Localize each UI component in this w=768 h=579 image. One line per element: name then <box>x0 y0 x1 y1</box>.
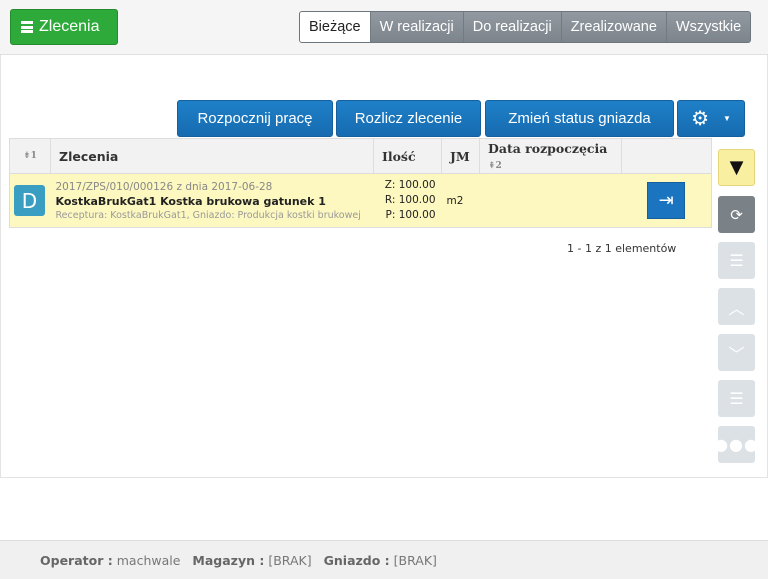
refresh-button[interactable]: ⟳ <box>718 196 755 233</box>
order-number: 2017/ZPS/010/000126 z dnia 2017-06-28 <box>55 180 273 193</box>
col-jm[interactable]: JM <box>441 138 480 174</box>
unit: m2 <box>441 173 480 228</box>
change-status-button[interactable]: Zmień status gniazda <box>485 100 674 137</box>
gniazdo-label: Gniazdo : <box>323 552 390 568</box>
col-ilosc[interactable]: Ilość <box>373 138 442 174</box>
tab-wszystkie[interactable]: Wszystkie <box>665 12 751 42</box>
last-button[interactable]: ☰ <box>718 380 755 417</box>
chevron-down-icon: ﹀ <box>728 344 745 364</box>
qty-r: R: 100.00 <box>384 194 436 206</box>
table-header: ⇟1 Zlecenia Ilość JM Data rozpoczęcia ⇞2 <box>9 138 712 174</box>
order-name: KostkaBrukGat1 Kostka brukowa gatunek 1 <box>55 194 326 208</box>
open-order-button[interactable]: ⇥ <box>647 182 686 219</box>
qty-p: P: 100.00 <box>385 209 436 221</box>
down-button[interactable]: ﹀ <box>718 334 755 371</box>
tab-do-realizacji[interactable]: Do realizacji <box>462 12 561 42</box>
qty-z: Z: 100.00 <box>384 179 436 191</box>
orders-table: ⇟1 Zlecenia Ilość JM Data rozpoczęcia ⇞2… <box>9 138 712 228</box>
first-button[interactable]: ☰ <box>718 242 755 279</box>
status-bar: Operator : machwale Magazyn : [BRAK] Gniaz… <box>0 540 768 579</box>
order-details: Receptura: KostkaBrukGat1, Gniazdo: Prod… <box>55 209 361 221</box>
caret-down-icon: ▼ <box>723 114 731 123</box>
chevron-up-icon: ︿ <box>728 298 745 318</box>
col-data[interactable]: Data rozpoczęcia ⇞2 <box>479 138 622 174</box>
brand-label: Zlecenia <box>39 18 100 35</box>
filter-icon: ▼ <box>729 157 744 178</box>
ellipsis-icon: ●●● <box>714 435 759 454</box>
pagination-info: 1 - 1 z 1 elementów <box>567 242 677 255</box>
gear-icon: ⚙ <box>691 108 709 130</box>
start-date <box>479 173 622 228</box>
col-actions <box>621 138 712 174</box>
refresh-icon: ⟳ <box>730 205 743 224</box>
list-up-icon: ☰ <box>729 251 744 270</box>
col-zlecenia[interactable]: Zlecenia <box>50 138 374 174</box>
settle-order-button[interactable]: Rozlicz zlecenie <box>336 100 481 137</box>
operator-value: machwale <box>116 552 181 568</box>
tab-biezace[interactable]: Bieżące <box>300 12 370 42</box>
table-row[interactable]: D 2017/ZPS/010/000126 z dnia 2017-06-28 … <box>9 173 712 228</box>
more-button[interactable]: ●●● <box>714 426 758 463</box>
tab-zrealizowane[interactable]: Zrealizowane <box>560 12 666 42</box>
operator-label: Operator : <box>40 552 113 568</box>
up-button[interactable]: ︿ <box>718 288 755 325</box>
tab-w-realizacji[interactable]: W realizacji <box>369 12 463 42</box>
sign-in-icon: ⇥ <box>658 190 674 211</box>
menu-button[interactable]: Zlecenia <box>10 9 118 45</box>
list-down-icon: ☰ <box>729 389 744 408</box>
header: Zlecenia Bieżące W realizacji Do realiza… <box>0 0 768 55</box>
filter-button[interactable]: ▼ <box>718 149 755 186</box>
magazyn-label: Magazyn : <box>192 552 265 568</box>
sort-column[interactable]: ⇟1 <box>9 138 51 174</box>
settings-dropdown-button[interactable]: ⚙ ▼ <box>677 100 745 137</box>
status-tabs: Bieżące W realizacji Do realizacji Zreal… <box>299 11 752 43</box>
magazyn-value: [BRAK] <box>268 552 312 568</box>
status-badge: D <box>14 185 45 216</box>
start-work-button[interactable]: Rozpocznij pracę <box>177 100 333 137</box>
gniazdo-value: [BRAK] <box>393 552 437 568</box>
hamburger-icon <box>21 21 33 33</box>
sort-asc-icon: ⇞2 <box>488 161 502 171</box>
